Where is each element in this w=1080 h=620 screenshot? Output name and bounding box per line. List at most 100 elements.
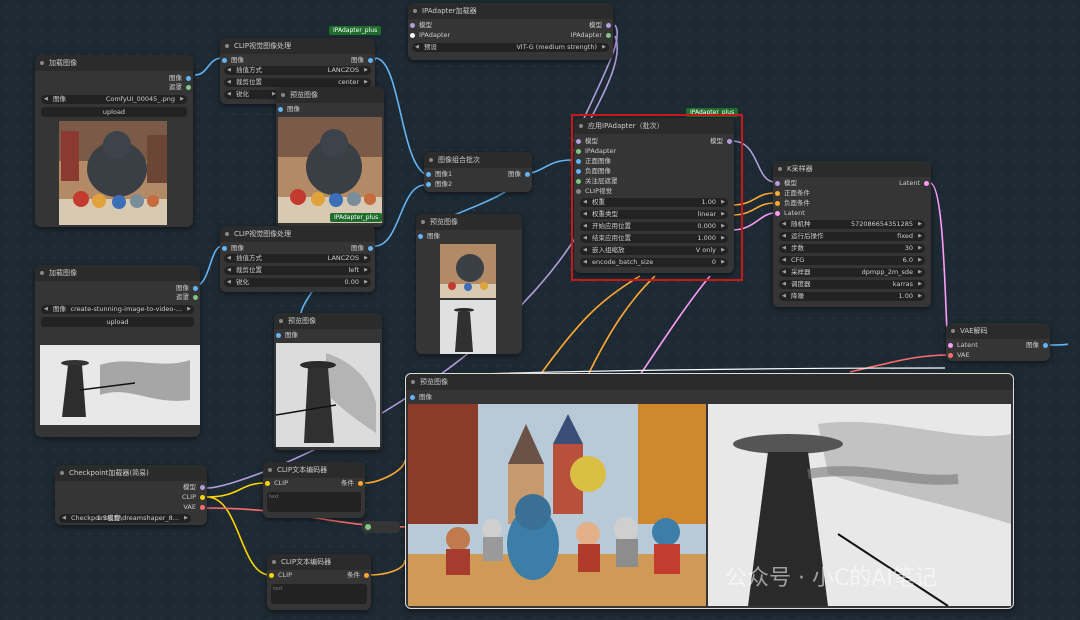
control-after-generate-select[interactable]: 运行后操作 fixed <box>779 232 925 241</box>
vae-input-port[interactable]: VAE <box>948 351 970 360</box>
port-dot[interactable] <box>1043 343 1048 348</box>
positive-input-port[interactable]: 正面条件 <box>775 189 810 198</box>
negative-input-port[interactable]: 负面条件 <box>775 199 810 208</box>
port-dot[interactable] <box>576 159 581 164</box>
port-dot[interactable] <box>525 172 530 177</box>
steps-number[interactable]: 步数 30 <box>779 244 925 253</box>
preview-image-node-1[interactable]: 预览图像 图像 <box>276 87 384 227</box>
load-image-node-1[interactable]: 加载图像 图像 遮罩 图像 ComfyUI_00045_.png upload <box>35 55 193 227</box>
crop-position-select[interactable]: 裁剪位置 left <box>224 266 371 275</box>
port-dot[interactable] <box>186 76 191 81</box>
image-batch-node[interactable]: 图像组合批次 图像1 图像2 图像 <box>424 152 532 192</box>
image-input-port[interactable]: 图像 <box>222 244 244 253</box>
port-dot[interactable] <box>576 139 581 144</box>
image-select[interactable]: 图像 create-stunning-image-to-video-... <box>41 305 194 314</box>
port-dot[interactable] <box>924 181 929 186</box>
image-input-port[interactable]: 图像 <box>418 232 440 241</box>
sharpen-number[interactable]: 锐化 0.00 <box>224 278 371 287</box>
image2-input-port[interactable]: 图像2 <box>426 180 452 189</box>
preview-image-node-3[interactable]: 预览图像 图像 <box>416 214 522 354</box>
prompt-textarea[interactable]: text <box>271 584 367 604</box>
model-input-port[interactable]: 模型 <box>576 137 598 146</box>
image-input-port[interactable]: 图像 <box>410 393 432 402</box>
reroute-node[interactable] <box>362 521 400 533</box>
image-output-port[interactable]: 图像 <box>176 284 198 293</box>
model-output-port[interactable]: 模型 <box>710 137 732 146</box>
embeds-scaling-select[interactable]: 嵌入组缩放 V only <box>580 246 728 255</box>
cfg-number[interactable]: CFG 6.0 <box>779 256 925 265</box>
port-dot[interactable] <box>948 343 953 348</box>
seed-number[interactable]: 随机种 572086654351285 <box>779 220 925 229</box>
sharpen-number[interactable]: 锐化 <box>224 90 279 99</box>
port-dot[interactable] <box>368 246 373 251</box>
port-dot[interactable] <box>576 169 581 174</box>
image-input-port[interactable]: 图像 <box>222 56 244 65</box>
clip-input-port[interactable]: CLIP <box>265 479 288 488</box>
clip-vision-input-port[interactable]: CLIP视觉 <box>576 187 612 196</box>
checkpoint-loader-node[interactable]: Checkpoint加载器(简易) 模型 CLIP VAE Checkpoint… <box>55 465 207 525</box>
port-dot[interactable] <box>364 573 369 578</box>
image1-input-port[interactable]: 图像1 <box>426 170 452 179</box>
end-at-number[interactable]: 结束应用位置 1.000 <box>580 234 728 243</box>
start-at-number[interactable]: 开始应用位置 0.000 <box>580 222 728 231</box>
positive-image-input-port[interactable]: 正面图像 <box>576 157 611 166</box>
upload-button[interactable]: upload <box>41 317 194 327</box>
attn-mask-input-port[interactable]: 关注层遮罩 <box>576 177 618 186</box>
denoise-number[interactable]: 降噪 1.00 <box>779 292 925 301</box>
port-dot[interactable] <box>200 505 205 510</box>
ipadapter-input-port[interactable]: IPAdapter <box>576 147 616 156</box>
port-dot[interactable] <box>606 33 611 38</box>
ipadapter-loader-node[interactable]: IPAdapter加载器 模型 IPAdapter 模型 IPAdapter 预… <box>408 3 613 60</box>
port-dot[interactable] <box>727 139 732 144</box>
port-dot[interactable] <box>426 182 431 187</box>
interpolation-select[interactable]: 插值方式 LANCZOS <box>224 254 371 263</box>
clip-text-encode-node-1[interactable]: CLIP文本编码器 CLIP 条件 text <box>263 462 365 518</box>
scheduler-select[interactable]: 调度器 karras <box>779 280 925 289</box>
prompt-textarea[interactable]: text <box>267 492 361 512</box>
port-dot[interactable] <box>418 234 423 239</box>
latent-input-port[interactable]: Latent <box>948 341 978 350</box>
port-dot[interactable] <box>269 573 274 578</box>
model-output-port[interactable]: 模型 <box>183 483 205 492</box>
mask-output-port[interactable]: 遮罩 <box>176 293 198 302</box>
port-dot[interactable] <box>410 395 415 400</box>
upload-button[interactable]: upload <box>41 107 187 117</box>
clip-vision-prep-node-2[interactable]: CLIP视觉图像处理 图像 图像 插值方式 LANCZOS 裁剪位置 left 锐化… <box>220 226 375 292</box>
interpolation-select[interactable]: 插值方式 LANCZOS <box>224 66 371 75</box>
port-dot[interactable] <box>576 179 581 184</box>
port-dot[interactable] <box>278 107 283 112</box>
clip-text-encode-node-2[interactable]: CLIP文本编码器 CLIP 条件 text <box>267 554 371 610</box>
load-image-node-2[interactable]: 加载图像 图像 遮罩 图像 create-stunning-image-to-vi… <box>35 265 200 437</box>
port-dot[interactable] <box>606 23 611 28</box>
port-dot[interactable] <box>193 295 198 300</box>
port-dot[interactable] <box>410 23 415 28</box>
model-input-port[interactable]: 模型 <box>410 21 432 30</box>
port-dot[interactable] <box>775 201 780 206</box>
port-dot[interactable] <box>948 353 953 358</box>
latent-output-port[interactable]: Latent <box>899 179 929 188</box>
encode-batch-size-number[interactable]: encode_batch_size 0 <box>580 258 728 267</box>
port-dot[interactable] <box>775 191 780 196</box>
image-input-port[interactable]: 图像 <box>278 105 300 114</box>
port-dot[interactable] <box>576 149 581 154</box>
negative-image-input-port[interactable]: 负面图像 <box>576 167 611 176</box>
apply-ipadapter-node[interactable]: 应用IPAdapter（批次） 模型 IPAdapter 正面图像 负面图像 关… <box>574 118 734 273</box>
checkpoint-select[interactable]: Checkpoint名称1.5模型\dreamshaper_8... <box>59 514 191 523</box>
ipadapter-output-port[interactable]: IPAdapter <box>571 31 611 40</box>
port-dot[interactable] <box>186 85 191 90</box>
image-output-port[interactable]: 图像 <box>508 170 530 179</box>
reroute-dot[interactable] <box>365 524 371 530</box>
crop-position-select[interactable]: 裁剪位置 center <box>224 78 371 87</box>
port-dot[interactable] <box>775 181 780 186</box>
port-dot[interactable] <box>426 172 431 177</box>
model-input-port[interactable]: 模型 <box>775 179 797 188</box>
port-dot[interactable] <box>200 485 205 490</box>
latent-input-port[interactable]: Latent <box>775 209 805 218</box>
vae-output-port[interactable]: VAE <box>183 503 205 512</box>
port-dot[interactable] <box>410 33 415 38</box>
port-dot[interactable] <box>200 495 205 500</box>
image-output-port[interactable]: 图像 <box>1026 341 1048 350</box>
weight-number[interactable]: 权重 1.00 <box>580 198 728 207</box>
port-dot[interactable] <box>368 58 373 63</box>
image-select[interactable]: 图像 ComfyUI_00045_.png <box>41 95 187 104</box>
